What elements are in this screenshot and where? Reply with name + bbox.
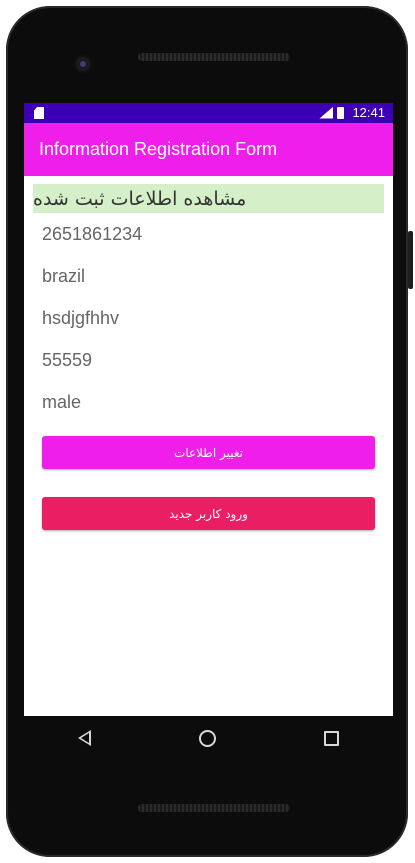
network-type: LTE: [316, 103, 328, 110]
edit-info-button[interactable]: تغییر اطلاعات: [42, 436, 375, 469]
navigation-bar: [24, 716, 393, 760]
top-speaker: [138, 53, 290, 61]
field-number: 55559: [42, 350, 93, 370]
view-info-header: مشاهده اطلاعات ثبت شده: [33, 184, 384, 213]
main-content: مشاهده اطلاعات ثبت شده 2651861234 brazil…: [24, 176, 393, 431]
app-bar: Information Registration Form: [24, 123, 393, 176]
field-country: brazil: [42, 266, 86, 286]
status-icons: LTE 12:41: [319, 105, 385, 120]
bottom-speaker: [138, 804, 290, 812]
clock: 12:41: [352, 105, 385, 120]
app-title: Information Registration Form: [39, 139, 278, 159]
back-icon[interactable]: [78, 730, 91, 746]
battery-icon: [337, 106, 345, 119]
front-camera-icon: [74, 55, 92, 73]
field-code: 2651861234: [42, 224, 143, 244]
signal-icon: LTE: [316, 103, 334, 119]
recents-icon[interactable]: [324, 730, 339, 746]
app-screen: LTE 12:41 Information Registration Form …: [24, 103, 393, 716]
sd-card-icon: [34, 107, 44, 119]
field-gender: male: [42, 392, 82, 412]
new-user-button[interactable]: ورود کاربر جدید: [42, 497, 375, 530]
status-bar: LTE 12:41: [24, 103, 393, 123]
home-icon[interactable]: [199, 729, 216, 747]
field-name: hsdjgfhhv: [42, 308, 120, 328]
power-button: [408, 231, 413, 289]
